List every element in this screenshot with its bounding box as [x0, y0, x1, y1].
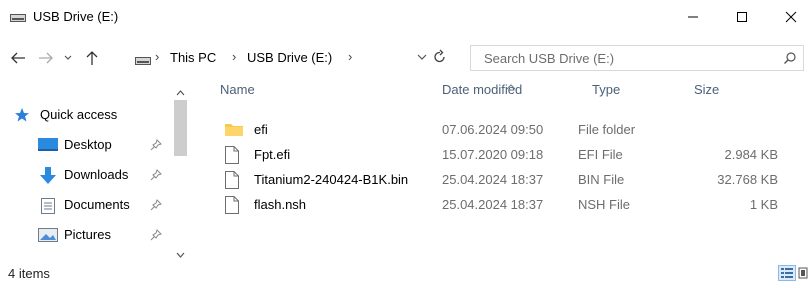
column-header-name[interactable]: Name [220, 82, 255, 112]
details-view-icon [781, 268, 793, 278]
star-icon [14, 107, 30, 126]
file-date-modified: 15.07.2020 09:18 [442, 147, 544, 162]
pin-icon[interactable] [150, 229, 162, 244]
column-header-size[interactable]: Size [694, 82, 719, 112]
file-type: BIN File [578, 172, 625, 187]
usb-drive-icon [10, 11, 26, 22]
file-size: 1 KB [749, 197, 778, 212]
sidebar-item-downloads[interactable]: Downloads [0, 160, 172, 190]
sidebar-item-label: Downloads [64, 167, 129, 182]
address-dropdown-button[interactable] [417, 50, 427, 67]
file-type: File folder [578, 122, 636, 137]
scrollbar-thumb[interactable] [174, 100, 187, 156]
back-arrow-icon [11, 52, 25, 64]
file-date-modified: 25.04.2024 18:37 [442, 172, 544, 187]
file-size: 2.984 KB [724, 147, 779, 162]
chevron-down-icon [64, 55, 72, 60]
file-name: Fpt.efi [254, 147, 291, 162]
sidebar-item-label: Documents [64, 197, 130, 212]
sidebar-item-desktop[interactable]: Desktop [0, 130, 172, 160]
maximize-button[interactable] [719, 0, 765, 34]
table-row[interactable]: Titanium2-240424-B1K.bin 25.04.2024 18:3… [210, 168, 808, 193]
breadcrumb-this-pc[interactable]: This PC [170, 50, 216, 65]
window-title: USB Drive (E:) [33, 9, 119, 24]
forward-arrow-icon [39, 52, 53, 64]
file-name: flash.nsh [254, 197, 307, 212]
folder-icon [225, 121, 243, 140]
pin-icon[interactable] [150, 169, 162, 184]
recent-locations-button[interactable] [60, 43, 76, 73]
file-date-modified: 25.04.2024 18:37 [442, 197, 544, 212]
file-icon [225, 171, 239, 192]
large-icons-view-icon [798, 267, 808, 279]
column-header-date-modified[interactable]: Date modified [442, 82, 522, 112]
chevron-down-icon [417, 54, 427, 60]
back-button[interactable] [6, 43, 30, 73]
forward-button[interactable] [34, 43, 58, 73]
file-name: efi [254, 122, 268, 137]
status-bar: 4 items [0, 258, 808, 288]
usb-drive-icon [135, 54, 151, 69]
pin-icon[interactable] [150, 139, 162, 154]
large-icons-view-button[interactable] [798, 265, 808, 281]
sidebar-item-pictures[interactable]: Pictures [0, 220, 172, 250]
breadcrumb-usb-drive[interactable]: USB Drive (E:) [247, 50, 332, 65]
desktop-icon [38, 137, 58, 156]
refresh-button[interactable] [432, 48, 448, 69]
search-icon[interactable] [783, 51, 797, 68]
sidebar-item-quick-access[interactable]: Quick access [0, 100, 172, 130]
column-header-type[interactable]: Type [592, 82, 620, 112]
table-row[interactable]: flash.nsh 25.04.2024 18:37 NSH File 1 KB [210, 193, 808, 218]
file-type: EFI File [578, 147, 623, 162]
file-list: Name Date modified Type Size efi 07.06.2… [200, 76, 808, 256]
file-date-modified: 07.06.2024 09:50 [442, 122, 544, 137]
up-arrow-icon [86, 51, 98, 65]
close-button[interactable] [768, 0, 808, 34]
table-row[interactable]: efi 07.06.2024 09:50 File folder [210, 118, 808, 143]
file-icon [225, 196, 239, 217]
refresh-icon [434, 49, 445, 63]
up-button[interactable] [80, 43, 104, 73]
pictures-icon [38, 227, 58, 246]
title-bar: USB Drive (E:) [0, 0, 808, 34]
breadcrumb-separator[interactable]: › [348, 49, 352, 64]
minimize-button[interactable] [670, 0, 716, 34]
documents-icon [40, 197, 56, 218]
file-icon [225, 146, 239, 167]
details-view-button[interactable] [778, 265, 796, 281]
navigation-pane: Quick access Desktop Downloads Documents [0, 80, 190, 258]
sidebar-item-documents[interactable]: Documents [0, 190, 172, 220]
sidebar-item-label: Desktop [64, 137, 112, 152]
file-name: Titanium2-240424-B1K.bin [254, 172, 409, 187]
breadcrumb-separator[interactable]: › [232, 49, 236, 64]
search-placeholder: Search USB Drive (E:) [484, 51, 615, 66]
scroll-up-icon[interactable] [176, 84, 185, 99]
item-count: 4 items [8, 266, 50, 281]
pin-icon[interactable] [150, 199, 162, 214]
navigation-scrollbar[interactable] [172, 80, 189, 258]
address-bar[interactable]: › This PC › USB Drive (E:) › [130, 45, 462, 71]
sidebar-item-label: Pictures [64, 227, 111, 242]
search-input[interactable]: Search USB Drive (E:) [470, 45, 804, 71]
table-row[interactable]: Fpt.efi 15.07.2020 09:18 EFI File 2.984 … [210, 143, 808, 168]
sidebar-item-label: Quick access [40, 107, 118, 122]
download-arrow-icon [38, 167, 58, 188]
file-size: 32.768 KB [717, 172, 778, 187]
breadcrumb-separator[interactable]: › [155, 49, 159, 64]
address-row: › This PC › USB Drive (E:) › Search USB … [0, 43, 808, 73]
file-type: NSH File [578, 197, 631, 212]
